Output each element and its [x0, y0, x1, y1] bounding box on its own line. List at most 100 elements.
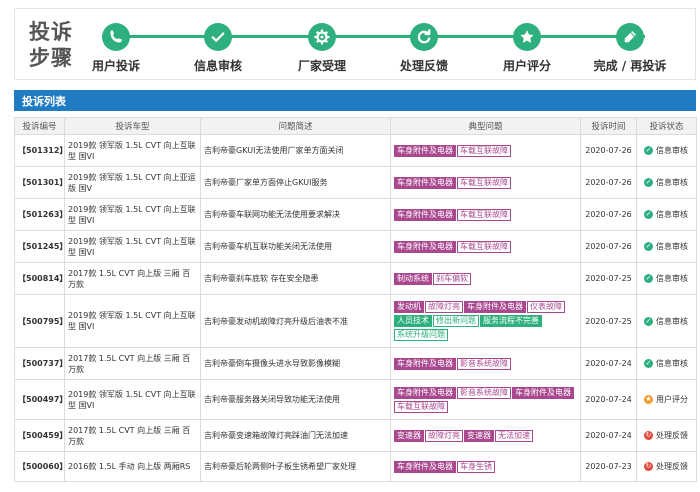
status-badge: ↻ 处理反馈 [640, 430, 693, 441]
column-header-status: 投诉状态 [636, 117, 697, 135]
issue-tag[interactable]: 车载互联故障 [457, 144, 511, 157]
table-row[interactable]: 【500814】 2017款 1.5L CVT 向上版 三厢 百万款 吉利帝豪刹车底… [14, 262, 697, 295]
status-badge: ★ 用户评分 [640, 394, 693, 405]
issue-tag[interactable]: 无法加速 [495, 429, 533, 442]
issue-tag[interactable]: 影音系统故障 [457, 386, 511, 399]
complaint-status: ↻ 处理反馈 [636, 419, 697, 452]
issue-tag[interactable]: 车身附件及电器 [394, 144, 456, 157]
refresh-circle-icon: ↻ [644, 431, 653, 440]
typical-issue-tags: 车身附件及电器 车载互联故障 [390, 198, 581, 231]
status-text: 信息审核 [656, 242, 688, 251]
issue-link[interactable]: 吉利帝豪变速箱故障灯亮踩油门无法加速 [200, 419, 391, 452]
table-row[interactable]: 【500060】 2016款 1.5L 手动 向上版 两厢RS 吉利帝豪后轮两侧叶子… [14, 451, 697, 482]
complaint-status: ✓ 信息审核 [636, 198, 697, 231]
complaint-time: 2020-07-24 [580, 347, 637, 380]
step-handle-feedback: 处理反馈 [379, 23, 469, 74]
issue-tag[interactable]: 车身附件及电器 [394, 240, 456, 253]
issue-link[interactable]: 吉利帝豪GKUI无法使用厂家单方面关闭 [200, 134, 391, 167]
complaint-id: 【501245】 [14, 230, 67, 263]
check-circle-icon: ✓ [644, 178, 653, 187]
list-header-bar: 投诉列表 [14, 90, 696, 111]
issue-link[interactable]: 吉利帝豪后轮两侧叶子板生锈希望厂家处理 [200, 451, 391, 482]
issue-tag[interactable]: 车载互联故障 [457, 240, 511, 253]
phone-icon [102, 23, 130, 51]
table-row[interactable]: 【501301】 2019款 领军版 1.5L CVT 向上亚运版 国V 吉利帝豪厂… [14, 166, 697, 199]
complaint-id: 【501263】 [14, 198, 67, 231]
complaint-id: 【500497】 [14, 379, 67, 420]
typical-issue-tags: 车身附件及电器 车身生锈 [390, 451, 581, 482]
complaint-status: ✓ 信息审核 [636, 347, 697, 380]
issue-tag[interactable]: 车载互联故障 [394, 400, 448, 413]
table-row[interactable]: 【501263】 2019款 领军版 1.5L CVT 向上互联型 国VI 吉利帝豪… [14, 198, 697, 231]
column-header-model: 投诉车型 [64, 117, 201, 135]
step-label: 用户评分 [502, 59, 551, 73]
table-row[interactable]: 【501245】 2019款 领军版 1.5L CVT 向上互联型 国VI 吉利帝豪… [14, 230, 697, 263]
issue-tag[interactable]: 发动机 [394, 301, 424, 313]
check-circle-icon: ✓ [644, 242, 653, 251]
step-label: 完成 / 再投诉 [593, 59, 667, 73]
issue-tag[interactable]: 修出新问题 [433, 315, 479, 327]
issue-link[interactable]: 吉利帝豪厂家单方面停止GKUI服务 [200, 166, 391, 199]
car-model: 2017款 1.5L CVT 向上版 三厢 百万款 [64, 419, 201, 452]
issue-link[interactable]: 吉利帝豪倒车摄像头进水导致影像模糊 [200, 347, 391, 380]
issue-tag[interactable]: 车身附件及电器 [394, 208, 456, 221]
star-icon [513, 23, 541, 51]
table-row[interactable]: 【500459】 2017款 1.5L CVT 向上版 三厢 百万款 吉利帝豪变速箱… [14, 419, 697, 452]
issue-tag[interactable]: 车载互联故障 [457, 176, 511, 189]
issue-tag[interactable]: 变速器 [464, 429, 494, 442]
issue-link[interactable]: 吉利帝豪发动机故障灯亮升级后油表不准 [200, 294, 391, 348]
issue-tag[interactable]: 变速器 [394, 429, 424, 442]
issue-tag[interactable]: 刹车偏软 [433, 272, 471, 285]
issue-link[interactable]: 吉利帝豪服务器关闭导致功能无法使用 [200, 379, 391, 420]
issue-tag[interactable]: 车身附件及电器 [394, 386, 456, 399]
table-row[interactable]: 【500737】 2017款 1.5L CVT 向上版 三厢 百万款 吉利帝豪倒车摄… [14, 347, 697, 380]
step-label: 信息审核 [193, 59, 242, 73]
typical-issue-tags: 车身附件及电器 影音系统故障 车身附件及电器车载互联故障 [390, 379, 581, 420]
typical-issue-tags: 车身附件及电器 车载互联故障 [390, 134, 581, 167]
status-badge: ✓ 信息审核 [640, 316, 693, 327]
issue-tag[interactable]: 车身附件及电器 [394, 460, 456, 473]
issue-tag[interactable]: 影音系统故障 [457, 357, 511, 370]
issue-tag[interactable]: 车身生锈 [457, 460, 495, 473]
issue-link[interactable]: 吉利帝豪车机互联功能关闭无法使用 [200, 230, 391, 263]
complaint-time: 2020-07-24 [580, 379, 637, 420]
issue-tag[interactable]: 车身附件及电器 [394, 357, 456, 370]
complaints-table: 投诉编号 投诉车型 问题简述 典型问题 投诉时间 投诉状态 【501312】 20… [14, 117, 697, 482]
status-badge: ✓ 信息审核 [640, 209, 693, 220]
issue-tag[interactable]: 故障灯亮 [425, 429, 463, 442]
complaint-status: ★ 用户评分 [636, 379, 697, 420]
complaint-status: ✓ 信息审核 [636, 134, 697, 167]
issue-tag[interactable]: 人员技术 [394, 315, 432, 327]
table-row[interactable]: 【500497】 2019款 领军版 1.5L CVT 向上互联型 国VI 吉利帝豪… [14, 379, 697, 420]
status-badge: ✓ 信息审核 [640, 145, 693, 156]
issue-tag[interactable]: 车身附件及电器 [464, 301, 526, 313]
table-row[interactable]: 【500795】 2019款 领军版 1.5L CVT 向上互联型 国VI 吉利帝豪… [14, 294, 697, 348]
column-header-typical-issue: 典型问题 [390, 117, 581, 135]
process-title: 投诉步骤 [29, 20, 73, 70]
status-text: 信息审核 [656, 210, 688, 219]
issue-tag[interactable]: 系统升级问题 [394, 329, 448, 341]
typical-issue-tags: 车身附件及电器 车载互联故障 [390, 166, 581, 199]
issue-link[interactable]: 吉利帝豪车联网功能无法使用要求解决 [200, 198, 391, 231]
typical-issue-tags: 车身附件及电器 影音系统故障 [390, 347, 581, 380]
issue-tag[interactable]: 车身附件及电器 [394, 176, 456, 189]
complaint-status: ✓ 信息审核 [636, 294, 697, 348]
check-icon [204, 23, 232, 51]
check-circle-icon: ✓ [644, 210, 653, 219]
issue-tag[interactable]: 仪表故障 [527, 301, 565, 313]
status-text: 信息审核 [656, 146, 688, 155]
complaint-id: 【500814】 [14, 262, 67, 295]
table-row[interactable]: 【501312】 2019款 领军版 1.5L CVT 向上互联型 国VI 吉利帝豪… [14, 134, 697, 167]
car-model: 2017款 1.5L CVT 向上版 三厢 百万款 [64, 262, 201, 295]
issue-tag[interactable]: 故障灯亮 [425, 301, 463, 313]
issue-tag[interactable]: 服务流程不完善 [480, 315, 542, 327]
refresh-circle-icon: ↻ [644, 462, 653, 471]
issue-link[interactable]: 吉利帝豪刹车底软 存在安全隐患 [200, 262, 391, 295]
typical-issue-tags: 车身附件及电器 车载互联故障 [390, 230, 581, 263]
status-text: 处理反馈 [656, 462, 688, 471]
issue-tag[interactable]: 制动系统 [394, 272, 432, 285]
issue-tag[interactable]: 车身附件及电器 [512, 386, 574, 399]
complaint-time: 2020-07-24 [580, 419, 637, 452]
issue-tag[interactable]: 车载互联故障 [457, 208, 511, 221]
step-complete-recomplain: 完成 / 再投诉 [585, 23, 675, 74]
